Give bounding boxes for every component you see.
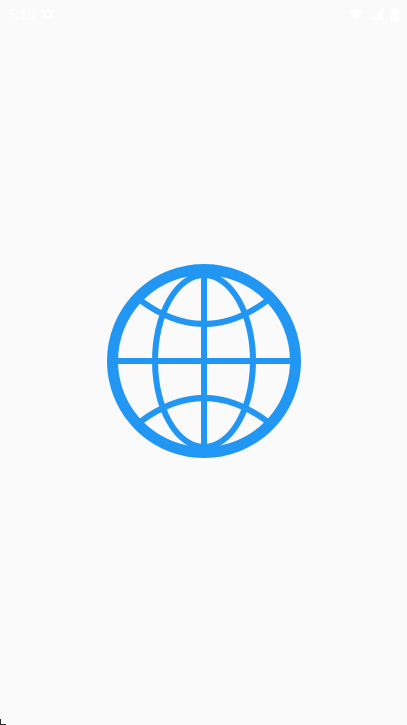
globe-icon <box>106 263 302 459</box>
wifi-icon <box>349 8 363 20</box>
status-time: 5:10 <box>8 6 36 22</box>
battery-icon <box>391 7 399 21</box>
status-bar: 5:10 <box>0 0 407 28</box>
signal-icon <box>371 8 383 20</box>
status-bar-left: 5:10 <box>8 7 53 22</box>
screen-corner-marker <box>0 719 6 725</box>
status-bar-right <box>349 7 399 21</box>
notification-icon <box>43 9 53 19</box>
splash-screen: 5:10 <box>0 0 407 725</box>
